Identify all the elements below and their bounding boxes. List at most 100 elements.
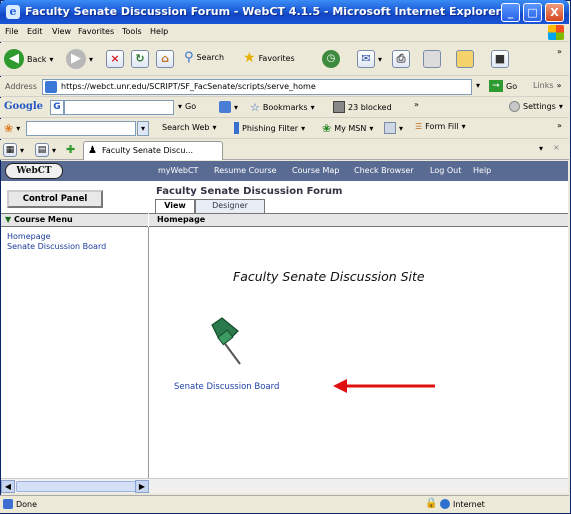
google-settings-button[interactable]: Settings ▾ <box>509 101 563 112</box>
scroll-left-button[interactable]: ◀ <box>1 480 15 493</box>
sidebar-link-senate-discussion-board[interactable]: Senate Discussion Board <box>7 242 106 251</box>
web-search-input[interactable] <box>26 121 136 136</box>
nav-resume-course[interactable]: Resume Course <box>214 166 277 175</box>
search-label: Search <box>196 53 225 62</box>
menu-edit[interactable]: Edit <box>27 27 43 36</box>
quick-tabs-button[interactable]: ▦ ▾ <box>3 143 24 157</box>
google-menu-icon[interactable]: G <box>50 100 64 115</box>
google-logo[interactable]: Google <box>4 101 43 112</box>
tab-menu-button[interactable]: ▾ <box>539 144 543 153</box>
history-button[interactable]: ◷ <box>322 50 340 68</box>
menu-help[interactable]: Help <box>150 27 168 36</box>
tab-current[interactable]: ♟ Faculty Senate Discu... <box>83 141 223 160</box>
phishing-filter-button[interactable]: Phishing Filter ▾ <box>234 122 305 134</box>
minimize-button[interactable]: _ <box>501 3 520 22</box>
home-button[interactable]: ⌂ <box>156 50 174 68</box>
nav-help[interactable]: Help <box>473 166 491 175</box>
stop-button[interactable]: × <box>106 50 124 68</box>
overflow-chevron-icon: » <box>556 81 562 90</box>
popup-blocker-button[interactable]: 23 blocked <box>333 101 392 113</box>
bookmark-star-icon: ☆ <box>250 101 260 114</box>
menu-favorites[interactable]: Favorites <box>78 27 114 36</box>
bookmarks-button[interactable]: ☆ Bookmarks ▾ <box>250 101 315 114</box>
news-button[interactable]: ▾ <box>384 122 403 134</box>
maximize-button[interactable]: □ <box>523 3 542 22</box>
dropdown-arrow-icon: ▾ <box>310 103 315 112</box>
messenger-button[interactable]: ■ <box>491 50 509 68</box>
edit-button[interactable] <box>423 50 441 68</box>
close-icon: × <box>553 143 560 152</box>
scrollbar-thumb[interactable] <box>16 481 136 492</box>
search-dropdown-button[interactable]: ▾ <box>137 121 149 136</box>
form-fill-button[interactable]: ☰ Form Fill ▾ <box>415 122 466 131</box>
forward-button[interactable]: ▶ ▾ <box>66 49 93 69</box>
sidebar-link-homepage[interactable]: Homepage <box>7 232 51 241</box>
links-overflow-button[interactable]: » <box>557 121 562 130</box>
menu-bar: File Edit View Favorites Tools Help <box>0 24 569 42</box>
back-button[interactable]: ◀ Back ▾ <box>4 49 53 69</box>
nav-course-map[interactable]: Course Map <box>292 166 339 175</box>
back-arrow-icon: ◀ <box>4 49 24 69</box>
dropdown-arrow-icon: ▾ <box>52 145 57 155</box>
print-button[interactable]: ⎙ <box>392 50 410 68</box>
security-zone-label: Internet <box>453 500 485 509</box>
senate-discussion-board-link[interactable]: Senate Discussion Board <box>174 382 279 392</box>
tab-view[interactable]: View <box>155 199 195 213</box>
toolbar-overflow-button[interactable]: » <box>557 47 562 56</box>
search-icon: ⚲ <box>184 50 194 65</box>
news-icon <box>384 122 396 134</box>
internet-zone-icon <box>440 499 450 509</box>
form-fill-label: Form Fill <box>425 122 459 131</box>
my-msn-button[interactable]: ❀ My MSN ▾ <box>322 122 373 135</box>
msn-butterfly-button[interactable]: ❀ ▾ <box>4 122 20 135</box>
menu-file[interactable]: File <box>5 27 18 36</box>
settings-label: Settings <box>523 102 556 111</box>
search-web-button[interactable]: Search Web ▾ <box>162 123 216 132</box>
stop-icon: × <box>106 50 124 68</box>
refresh-icon: ↻ <box>131 50 149 68</box>
google-go-button[interactable]: ▾ Go <box>178 102 196 111</box>
messenger-icon: ■ <box>491 50 509 68</box>
search-button[interactable]: ⚲ Search <box>184 50 224 65</box>
menu-view[interactable]: View <box>52 27 71 36</box>
tab-designer-options[interactable]: Designer Options <box>195 199 265 222</box>
horizontal-scrollbar[interactable]: ◀ ▶ <box>1 478 568 493</box>
google-search-input[interactable] <box>64 100 174 115</box>
tab-bar: ▦ ▾ ▤ ▾ ✚ ♟ Faculty Senate Discu... ▾ × <box>0 140 569 160</box>
dropdown-arrow-icon: ▾ <box>16 124 21 133</box>
sidebar-divider <box>148 227 149 478</box>
links-button[interactable]: Links » <box>533 81 561 90</box>
control-panel-button[interactable]: Control Panel <box>7 190 103 208</box>
add-favorite-button[interactable]: ✚ <box>66 143 75 156</box>
quick-tabs-icon: ▦ <box>3 143 17 157</box>
print-icon: ⎙ <box>392 50 410 68</box>
status-text: Done <box>16 500 38 509</box>
go-button[interactable]: ➞ Go <box>489 80 517 92</box>
nav-log-out[interactable]: Log Out <box>430 166 461 175</box>
refresh-button[interactable]: ↻ <box>131 50 149 68</box>
chevron-down-icon: ▾ <box>178 102 183 111</box>
links-label: Links <box>533 81 554 90</box>
close-button[interactable]: X <box>545 3 564 22</box>
pushpin-icon[interactable] <box>209 315 251 367</box>
butterfly-icon: ❀ <box>4 122 14 135</box>
favorites-button[interactable]: ★ Favorites <box>243 50 295 66</box>
google-overflow-button[interactable]: » <box>414 100 419 109</box>
close-tab-button[interactable]: × <box>553 143 560 152</box>
folder-button[interactable] <box>456 50 474 68</box>
scroll-right-button[interactable]: ▶ <box>135 480 149 493</box>
dropdown-arrow-icon: ▾ <box>461 122 466 131</box>
address-input[interactable]: https://webct.unr.edu/SCRIPT/SF_FacSenat… <box>42 79 472 95</box>
pagerank-button[interactable]: ▾ <box>219 101 238 113</box>
dropdown-arrow-icon: ▾ <box>49 54 54 64</box>
menu-tools[interactable]: Tools <box>122 27 142 36</box>
nav-mywebct[interactable]: myWebCT <box>158 166 198 175</box>
search-toolbar: ❀ ▾ ▾ Search Web ▾ Phishing Filter ▾ ❀ M… <box>0 119 569 139</box>
mail-button[interactable]: ✉ ▾ <box>357 50 382 68</box>
dropdown-arrow-icon: ▾ <box>399 123 404 133</box>
webct-logo[interactable]: WebCT <box>5 163 63 179</box>
dropdown-arrow-icon: ▾ <box>234 102 239 112</box>
nav-check-browser[interactable]: Check Browser <box>354 166 414 175</box>
address-dropdown-button[interactable]: ▾ <box>476 81 480 90</box>
tab-list-button[interactable]: ▤ ▾ <box>35 143 56 157</box>
